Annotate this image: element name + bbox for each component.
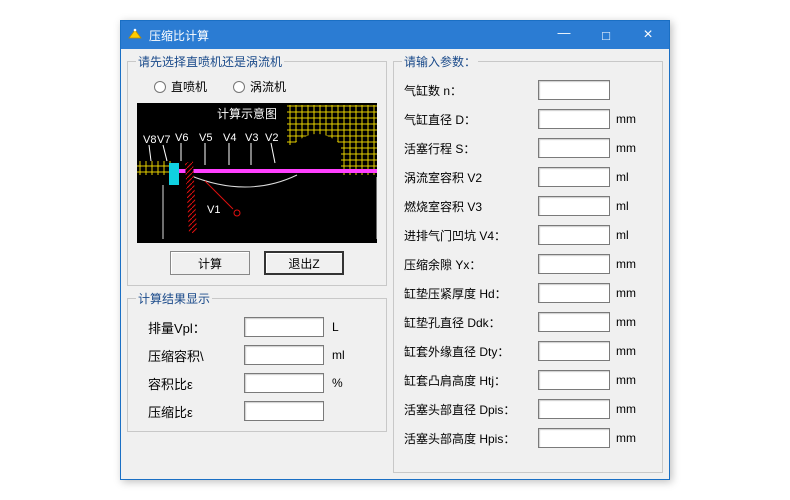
result-label: 压缩比ε [148, 402, 236, 421]
param-unit: ml [616, 170, 640, 184]
svg-text:V8: V8 [143, 134, 156, 146]
app-icon [127, 27, 143, 43]
result-compvol-input[interactable] [244, 345, 324, 365]
close-button[interactable]: × [627, 21, 669, 49]
svg-text:V3: V3 [245, 132, 258, 144]
result-unit: ml [332, 348, 362, 362]
param-label: 涡流室容积 V2 [404, 169, 532, 186]
app-window: 压缩比计算 — □ × 请先选择直喷机还是涡流机 直喷机 涡流机 [120, 20, 670, 480]
svg-text:V7: V7 [157, 134, 170, 146]
param-label: 缸套凸肩高度 Htj： [404, 372, 532, 389]
param-label: 活塞头部直径 Dpis： [404, 401, 532, 418]
param-d-input[interactable] [538, 109, 610, 129]
param-unit: mm [616, 373, 640, 387]
svg-text:V2: V2 [265, 132, 278, 144]
svg-text:V1: V1 [207, 204, 220, 216]
param-label: 活塞头部高度 Hpis： [404, 430, 532, 447]
param-label: 气缸直径 D： [404, 111, 532, 128]
param-label: 压缩余隙 Yx： [404, 256, 532, 273]
param-unit: mm [616, 112, 640, 126]
action-buttons-row: 计算 退出Z [136, 243, 378, 277]
result-label: 压缩容积\ [148, 346, 236, 365]
param-unit: mm [616, 344, 640, 358]
param-unit: mm [616, 141, 640, 155]
result-unit: L [332, 320, 362, 334]
radio-swirl[interactable] [233, 81, 245, 93]
calc-diagram: 计算示意图 [137, 103, 377, 243]
param-label: 燃烧室容积 V3 [404, 198, 532, 215]
param-label: 缸垫孔直径 Ddk： [404, 314, 532, 331]
engine-type-radios: 直喷机 涡流机 [136, 76, 378, 99]
param-label: 气缸数 n： [404, 82, 532, 99]
params-legend: 请输入参数： [402, 53, 478, 70]
radio-direct-text: 直喷机 [171, 78, 207, 95]
param-unit: ml [616, 228, 640, 242]
diagram-title: 计算示意图 [217, 105, 277, 122]
result-unit: % [332, 376, 362, 390]
param-unit: mm [616, 286, 640, 300]
param-v2-input[interactable] [538, 167, 610, 187]
result-label: 容积比ε [148, 374, 236, 393]
exit-button[interactable]: 退出Z [264, 251, 344, 275]
client-area: 请先选择直喷机还是涡流机 直喷机 涡流机 计算示意图 [121, 49, 669, 479]
param-dty-input[interactable] [538, 341, 610, 361]
param-label: 活塞行程 S： [404, 140, 532, 157]
results-group: 计算结果显示 排量Vpl： L 压缩容积\ ml 容积比ε % 压缩比ε [127, 290, 387, 432]
radio-direct-label[interactable]: 直喷机 [154, 78, 207, 95]
param-htj-input[interactable] [538, 370, 610, 390]
param-unit: mm [616, 257, 640, 271]
results-legend: 计算结果显示 [136, 290, 212, 307]
param-label: 缸套外缘直径 Dty： [404, 343, 532, 360]
minimize-button[interactable]: — [543, 21, 585, 49]
param-label: 缸垫压紧厚度 Hd： [404, 285, 532, 302]
engine-type-group: 请先选择直喷机还是涡流机 直喷机 涡流机 计算示意图 [127, 53, 387, 286]
param-hd-input[interactable] [538, 283, 610, 303]
titlebar: 压缩比计算 — □ × [121, 21, 669, 49]
result-compratio-input[interactable] [244, 401, 324, 421]
params-group: 请输入参数： 气缸数 n： 气缸直径 D： mm 活塞行程 S： mm 涡流室容… [393, 53, 663, 473]
left-column: 请先选择直喷机还是涡流机 直喷机 涡流机 计算示意图 [127, 53, 387, 473]
param-n-input[interactable] [538, 80, 610, 100]
results-grid: 排量Vpl： L 压缩容积\ ml 容积比ε % 压缩比ε [136, 313, 378, 423]
param-unit: mm [616, 431, 640, 445]
svg-text:V4: V4 [223, 132, 236, 144]
result-label: 排量Vpl： [148, 318, 236, 337]
param-dpis-input[interactable] [538, 399, 610, 419]
param-yx-input[interactable] [538, 254, 610, 274]
svg-text:V6: V6 [175, 132, 188, 144]
radio-swirl-label[interactable]: 涡流机 [233, 78, 286, 95]
param-v3-input[interactable] [538, 196, 610, 216]
param-v4-input[interactable] [538, 225, 610, 245]
right-column: 请输入参数： 气缸数 n： 气缸直径 D： mm 活塞行程 S： mm 涡流室容… [393, 53, 663, 473]
result-volratio-input[interactable] [244, 373, 324, 393]
param-unit: ml [616, 199, 640, 213]
window-title: 压缩比计算 [149, 27, 543, 44]
result-vpl-input[interactable] [244, 317, 324, 337]
param-label: 进排气门凹坑 V4： [404, 227, 532, 244]
param-unit: mm [616, 315, 640, 329]
radio-swirl-text: 涡流机 [250, 78, 286, 95]
radio-direct[interactable] [154, 81, 166, 93]
svg-text:V5: V5 [199, 132, 212, 144]
param-ddk-input[interactable] [538, 312, 610, 332]
param-hpis-input[interactable] [538, 428, 610, 448]
params-grid: 气缸数 n： 气缸直径 D： mm 活塞行程 S： mm 涡流室容积 V2 ml… [402, 76, 654, 452]
engine-type-legend: 请先选择直喷机还是涡流机 [136, 53, 284, 70]
calculate-button[interactable]: 计算 [170, 251, 250, 275]
maximize-button[interactable]: □ [585, 21, 627, 49]
param-s-input[interactable] [538, 138, 610, 158]
param-unit: mm [616, 402, 640, 416]
